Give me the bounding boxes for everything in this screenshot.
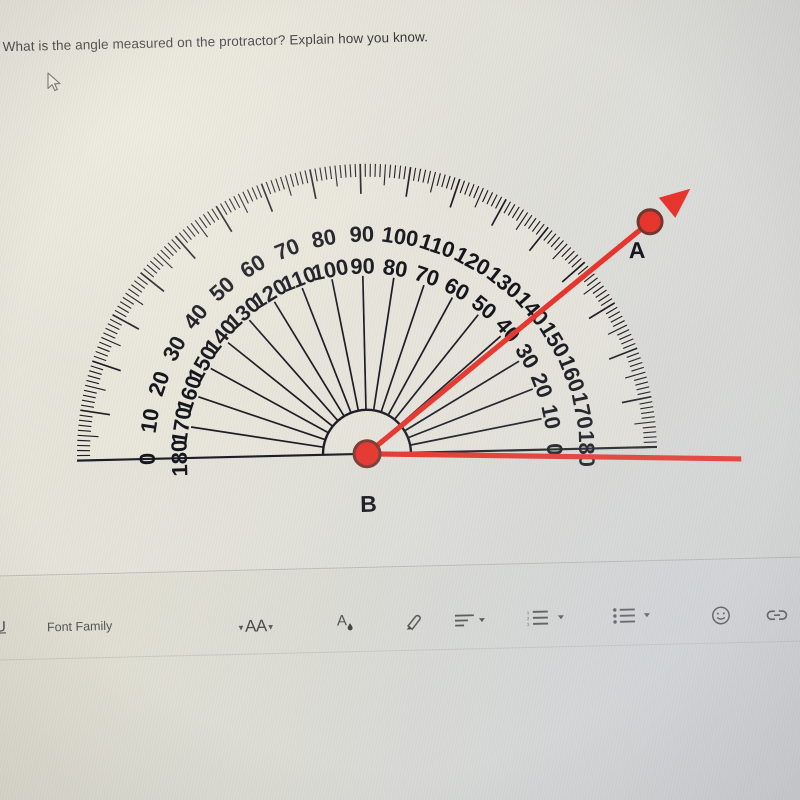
text-color-icon: A [337, 612, 353, 631]
scale-label-outer: 80 [309, 224, 338, 253]
vertex-point-b [352, 439, 382, 469]
numbered-list-dropdown[interactable]: 1 2 3 [527, 607, 567, 628]
text-align-dropdown[interactable] [454, 612, 485, 631]
emoji-button[interactable] [711, 605, 731, 625]
highlighter-button[interactable] [403, 611, 425, 632]
photographed-screen-content: 5. What is the angle measured on the pro… [0, 0, 800, 800]
font-size-dropdown[interactable]: ▼AA▼ [236, 616, 275, 636]
svg-text:3: 3 [527, 622, 530, 627]
emoji-icon [711, 606, 730, 625]
scale-label-inner: 90 [350, 253, 375, 279]
bulleted-list-icon [613, 608, 650, 624]
svg-text:2: 2 [527, 616, 530, 621]
font-family-dropdown[interactable]: Font Family [47, 619, 113, 635]
link-button[interactable] [765, 607, 789, 624]
scale-label-outer: 180 [574, 430, 600, 467]
text-color-button[interactable]: A [337, 611, 358, 633]
bulleted-list-dropdown[interactable] [613, 605, 653, 626]
svg-text:1: 1 [527, 610, 530, 615]
endpoint-point-a [636, 208, 664, 236]
label-point-a: A [628, 237, 645, 263]
scale-label-inner: 10 [536, 402, 565, 431]
align-left-icon [454, 614, 485, 627]
underline-button[interactable]: U [0, 618, 6, 635]
label-point-b: B [360, 491, 377, 517]
scale-label-outer: 90 [349, 221, 374, 247]
font-size-label: AA [244, 616, 267, 636]
scale-label-outer: 10 [136, 407, 164, 435]
protractor-svg: 0 18010 1702016030150401405013060120701108… [77, 163, 743, 517]
numbered-list-icon: 1 2 3 [527, 610, 564, 627]
scale-label-outer: 0 [135, 453, 160, 466]
link-icon [766, 610, 788, 621]
screen-photo: 5. What is the angle measured on the pro… [0, 0, 800, 800]
highlighter-icon [406, 614, 421, 631]
chevron-down-icon: ▼ [266, 622, 275, 632]
scale-label-inner: 80 [381, 254, 409, 282]
svg-text:A: A [337, 612, 347, 629]
protractor-figure: 0 180 10 170 20 160 30 150 40 140 50 130 60 120 70 110 8… [0, 37, 743, 524]
chevron-down-icon: ▼ [236, 623, 246, 633]
